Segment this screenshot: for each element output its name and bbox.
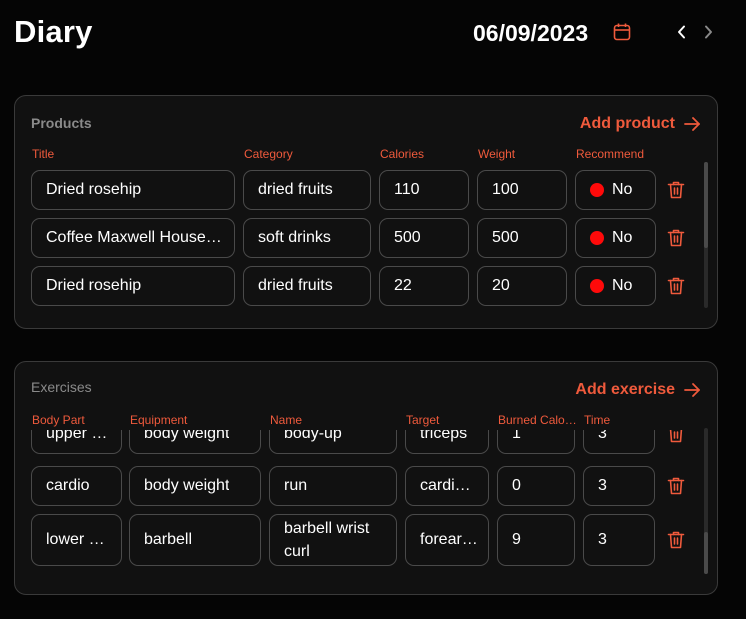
trash-icon[interactable] [667, 530, 685, 550]
exercise-body-part-input[interactable]: cardio [31, 466, 122, 506]
product-title-input[interactable]: Coffee Maxwell House… [31, 218, 235, 258]
exercise-time-input[interactable]: 3 [583, 466, 655, 506]
add-exercise-button[interactable]: Add exercise [575, 381, 701, 399]
exercise-target-input[interactable]: cardi… [405, 466, 489, 506]
exercises-scroll-thumb[interactable] [704, 532, 708, 574]
column-header-recommend: Recommend [576, 147, 645, 161]
column-header-target: Target [406, 413, 440, 427]
products-panel: Products Add product Title Category Calo… [14, 95, 718, 329]
products-scroll-thumb[interactable] [704, 162, 708, 248]
exercise-burned-calories-input[interactable]: 9 [497, 514, 575, 566]
current-date: 06/09/2023 [473, 20, 589, 46]
product-category-input[interactable]: dried fruits [243, 266, 371, 306]
product-category-input[interactable]: dried fruits [243, 170, 371, 210]
product-title-input[interactable]: Dried rosehip [31, 170, 235, 210]
trash-icon[interactable] [667, 476, 685, 496]
trash-icon[interactable] [667, 180, 685, 200]
column-header-name: Name [270, 413, 303, 427]
product-recommend-field[interactable]: No [575, 170, 656, 210]
chevron-left-icon[interactable] [674, 24, 690, 40]
add-exercise-label: Add exercise [575, 381, 675, 398]
product-recommend-field[interactable]: No [575, 218, 656, 258]
exercise-burned-calories-input[interactable]: 1 [497, 430, 575, 454]
product-weight-input[interactable]: 20 [477, 266, 567, 306]
exercise-equipment-input[interactable]: body weight [129, 430, 261, 454]
product-weight-input[interactable]: 100 [477, 170, 567, 210]
product-recommend-field[interactable]: No [575, 266, 656, 306]
exercises-scrollbar[interactable] [704, 428, 708, 574]
exercise-name-input[interactable]: run [269, 466, 397, 506]
exercises-list[interactable]: upper … body weight body-up triceps 1 3 … [15, 430, 717, 594]
column-header-burned-calories: Burned Calo… [498, 413, 577, 427]
products-scrollbar[interactable] [704, 162, 708, 308]
product-weight-input[interactable]: 500 [477, 218, 567, 258]
column-header-title: Title [32, 147, 55, 161]
exercise-body-part-input[interactable]: upper … [31, 430, 122, 454]
product-calories-input[interactable]: 110 [379, 170, 469, 210]
column-header-time: Time [584, 413, 611, 427]
exercise-equipment-input[interactable]: body weight [129, 466, 261, 506]
exercise-name-input[interactable]: barbell wrist curl [269, 514, 397, 566]
exercise-name-input[interactable]: body-up [269, 430, 397, 454]
column-header-weight: Weight [478, 147, 516, 161]
trash-icon[interactable] [667, 228, 685, 248]
exercise-equipment-input[interactable]: barbell [129, 514, 261, 566]
column-header-body-part: Body Part [32, 413, 85, 427]
chevron-right-icon[interactable] [700, 24, 716, 40]
calendar-icon[interactable] [612, 22, 632, 42]
product-calories-input[interactable]: 22 [379, 266, 469, 306]
product-calories-input[interactable]: 500 [379, 218, 469, 258]
product-title-input[interactable]: Dried rosehip [31, 266, 235, 306]
exercise-target-input[interactable]: triceps [405, 430, 489, 454]
exercise-burned-calories-input[interactable]: 0 [497, 466, 575, 506]
status-dot [590, 231, 604, 245]
trash-icon[interactable] [667, 276, 685, 296]
products-title: Products [31, 115, 92, 131]
exercises-title: Exercises [31, 379, 92, 395]
exercise-body-part-input[interactable]: lower … [31, 514, 122, 566]
exercises-panel: Exercises Add exercise Body Part Equipme… [14, 361, 718, 595]
product-category-input[interactable]: soft drinks [243, 218, 371, 258]
status-dot [590, 279, 604, 293]
column-header-equipment: Equipment [130, 413, 188, 427]
column-header-calories: Calories [380, 147, 425, 161]
add-product-label: Add product [579, 115, 675, 132]
column-header-category: Category [244, 147, 293, 161]
status-dot [590, 183, 604, 197]
arrow-right-icon [684, 383, 700, 397]
exercise-time-input[interactable]: 3 [583, 430, 655, 454]
add-product-button[interactable]: Add product [580, 115, 701, 133]
exercise-time-input[interactable]: 3 [583, 514, 655, 566]
exercise-target-input[interactable]: forear… [405, 514, 489, 566]
page-title: Diary [14, 14, 93, 49]
arrow-right-icon [684, 117, 700, 131]
trash-icon[interactable] [667, 430, 685, 444]
